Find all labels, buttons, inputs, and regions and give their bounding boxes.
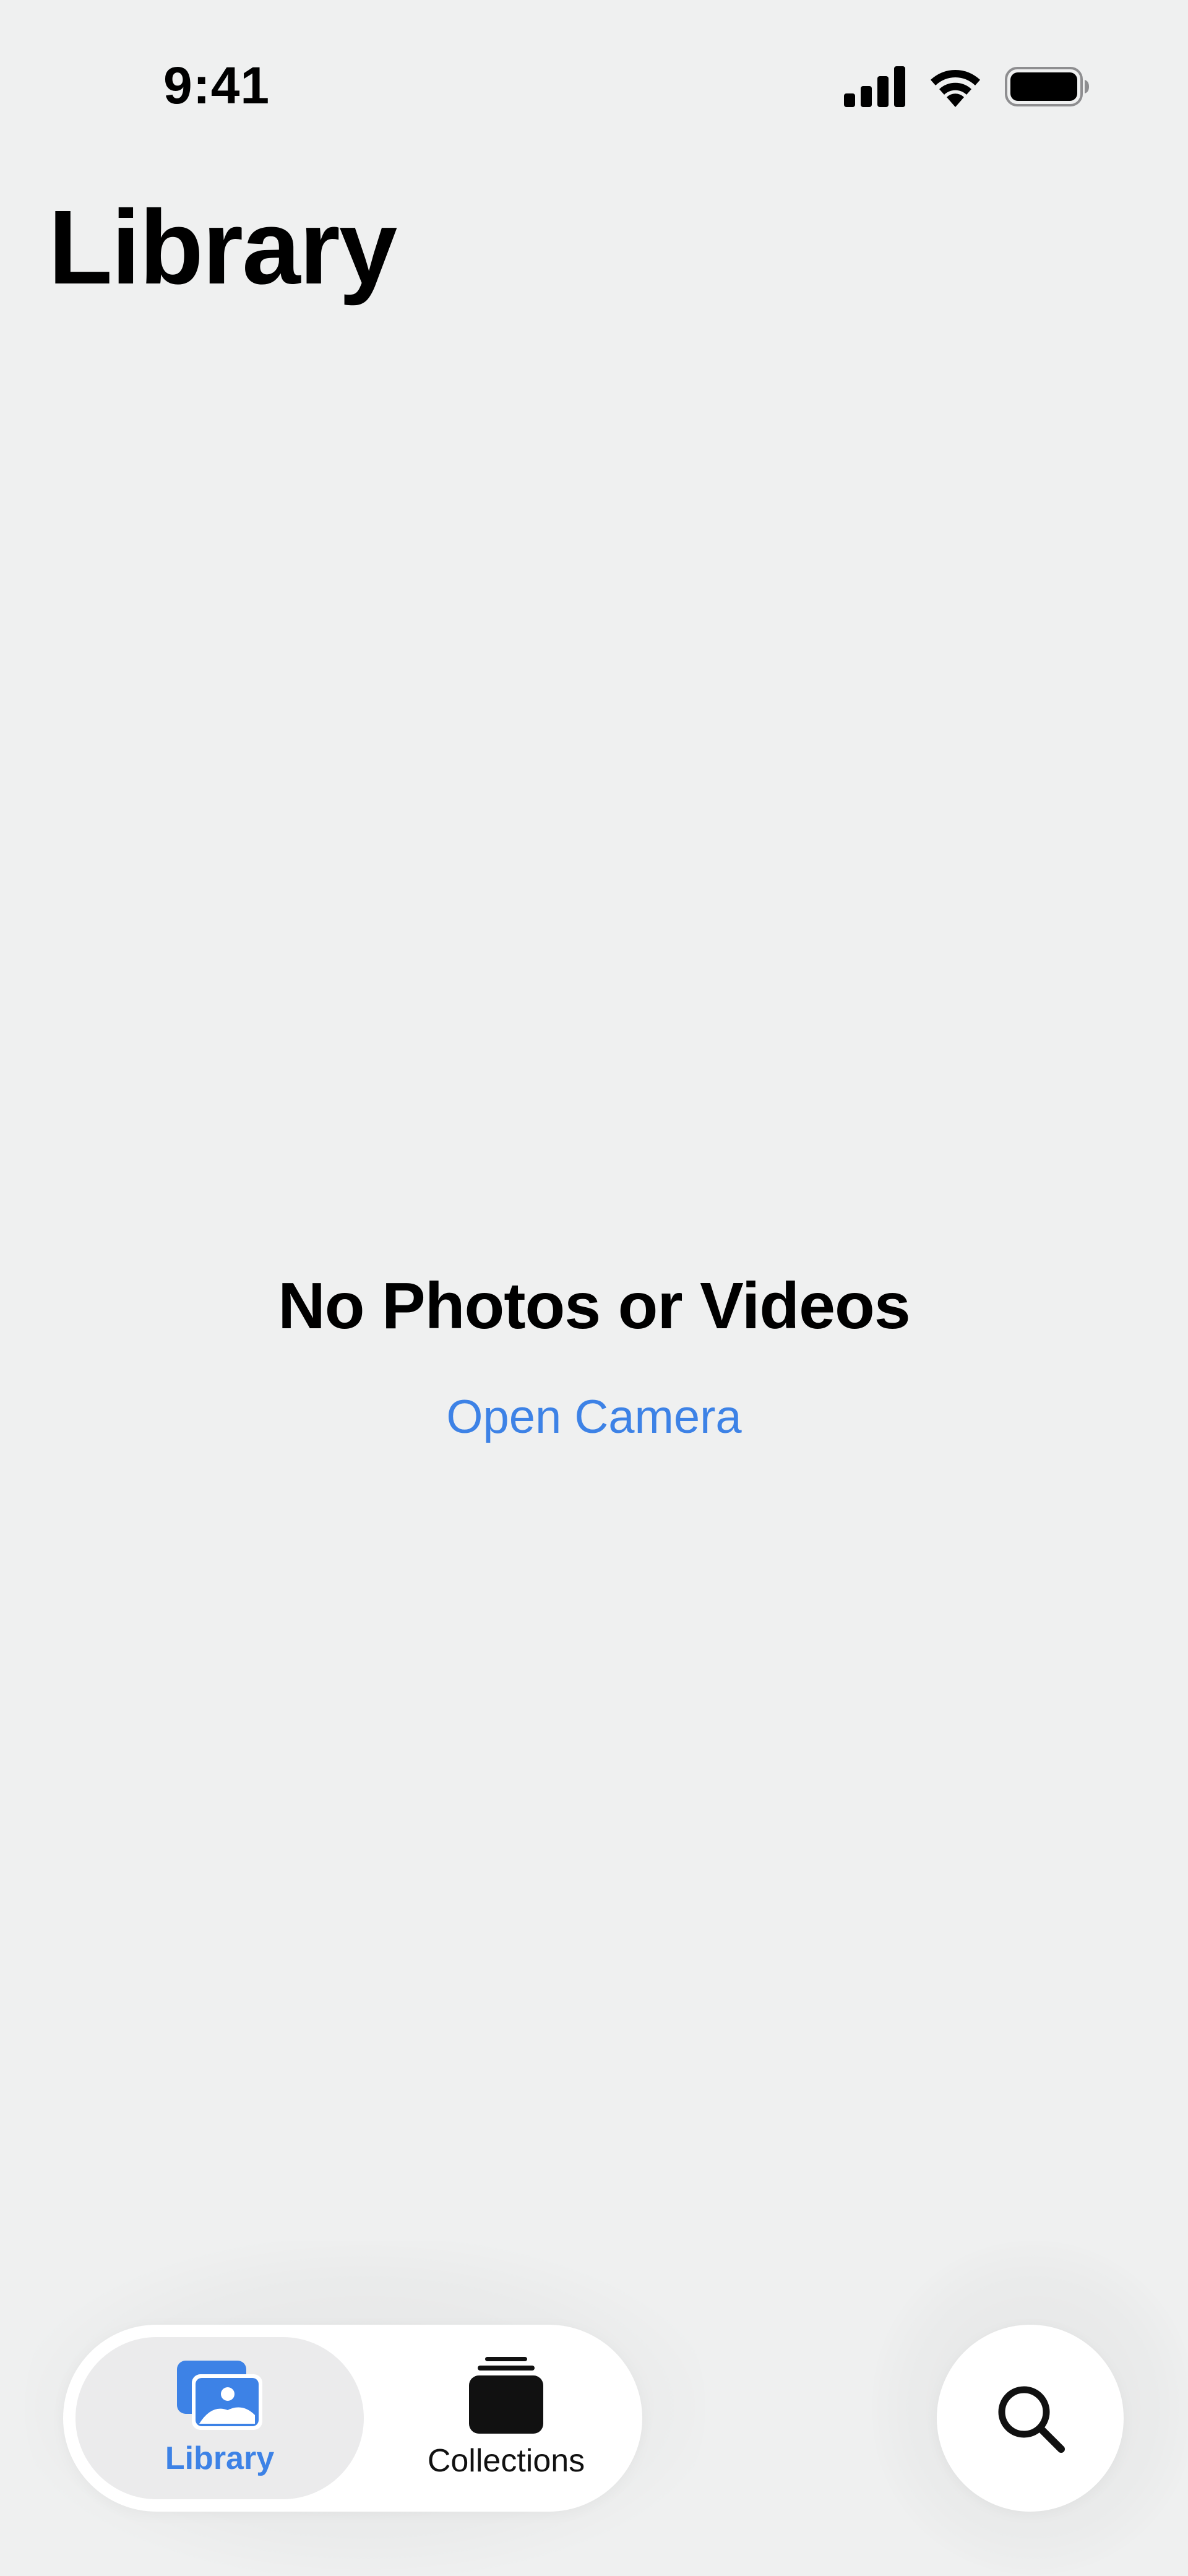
tab-library-label: Library xyxy=(165,2440,275,2476)
tab-library[interactable]: Library xyxy=(75,2337,364,2499)
status-bar: 9:41 xyxy=(0,0,1188,173)
tab-collections-label: Collections xyxy=(427,2443,585,2479)
status-time: 9:41 xyxy=(163,56,270,115)
magnifying-glass-icon xyxy=(998,2386,1065,2453)
tab-collections[interactable]: Collections xyxy=(382,2337,630,2499)
wifi-icon xyxy=(931,70,980,107)
page-title: Library xyxy=(48,189,397,306)
tab-bar: Library Collections xyxy=(63,2325,642,2512)
open-camera-button[interactable]: Open Camera xyxy=(446,1386,741,1448)
battery-icon xyxy=(1005,67,1089,106)
empty-state: No Photos or Videos Open Camera xyxy=(0,1263,1188,1448)
cellular-signal-icon xyxy=(844,66,905,107)
photos-icon xyxy=(177,2361,262,2430)
stacked-collections-icon xyxy=(469,2357,543,2434)
status-icons xyxy=(844,62,1089,111)
search-button[interactable] xyxy=(937,2325,1124,2512)
empty-state-title: No Photos or Videos xyxy=(278,1269,911,1342)
